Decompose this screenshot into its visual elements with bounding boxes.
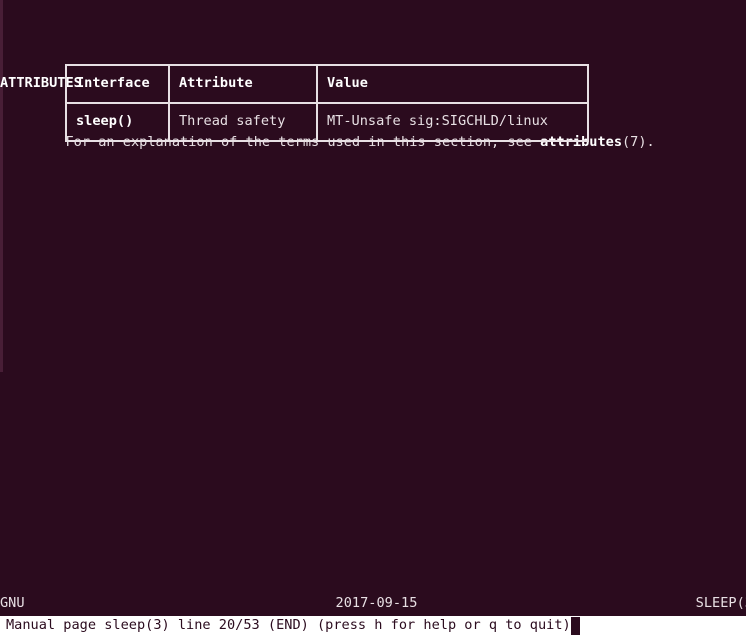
pager-status-line[interactable]: Manual page sleep(3) line 20/53 (END) (p…: [0, 616, 746, 636]
table-cell-attribute: Thread safety: [168, 102, 318, 142]
man-page-footer: GNU 2017-09-15 SLEEP(3): [0, 595, 746, 611]
table-header-cell: Value: [316, 64, 589, 104]
table-header-row: Interface Attribute Value: [65, 64, 589, 104]
cell-text: MT-Unsafe sig:SIGCHLD/linux: [327, 113, 548, 130]
table-cell-interface: sleep(): [65, 102, 170, 142]
status-text: Manual page sleep(3) line 20/53 (END) (p…: [6, 617, 571, 634]
terminal-window[interactable]: ATTRIBUTES For an explanation of the ter…: [0, 0, 746, 636]
intro-suffix: (7).: [622, 134, 655, 151]
text-cursor: [570, 617, 580, 635]
attributes-table: Interface Attribute Value sleep() Thread…: [65, 64, 589, 142]
table-cell-value: MT-Unsafe sig:SIGCHLD/linux: [316, 102, 589, 142]
table-header-cell: Interface: [65, 64, 170, 104]
cell-text: sleep(): [76, 113, 134, 130]
header-attribute: Attribute: [179, 75, 253, 92]
header-value: Value: [327, 75, 368, 92]
table-header-cell: Attribute: [168, 64, 318, 104]
cell-text: Thread safety: [179, 113, 286, 130]
table-row: sleep() Thread safety MT-Unsafe sig:SIGC…: [65, 102, 589, 142]
header-interface: Interface: [76, 75, 150, 92]
